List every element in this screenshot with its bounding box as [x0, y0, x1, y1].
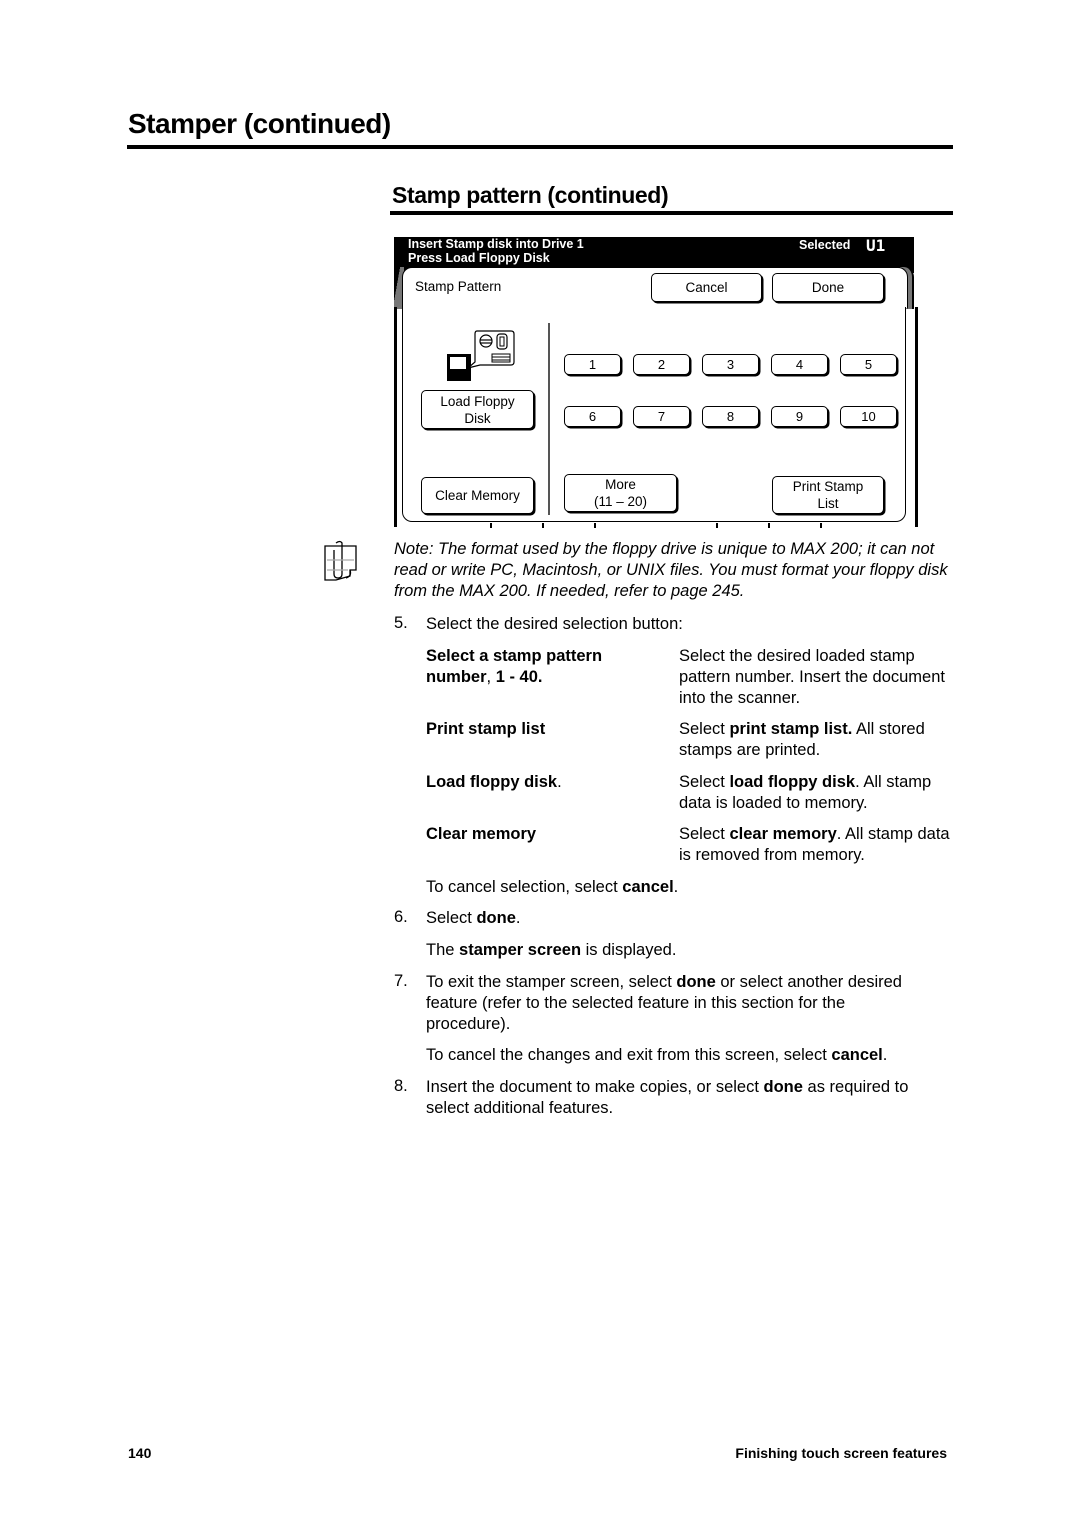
term-normal: . [557, 773, 562, 791]
tab-label: Stamp Pattern [415, 279, 502, 294]
step-7-number: 7. [394, 972, 408, 990]
tick [716, 523, 718, 528]
footer-section-title: Finishing touch screen features [735, 1445, 947, 1461]
load-floppy-line-1: Load Floppy [440, 393, 515, 409]
note-hand-icon [324, 540, 357, 581]
cancel-changes-text: To cancel the changes and exit from this… [426, 1045, 956, 1066]
print-stamp-line-1: Print Stamp [792, 479, 864, 494]
section-rule [390, 211, 953, 215]
step-8-text: Insert the document to make copies, or s… [426, 1077, 946, 1119]
option-def-select-pattern: Select the desired loaded stamp pattern … [679, 646, 959, 709]
bold-text: done [676, 973, 716, 991]
more-button[interactable]: More (11 – 20) [564, 474, 677, 512]
selected-value: U1 [866, 236, 886, 255]
stamper-screen-text: The stamper screen is displayed. [426, 940, 956, 961]
stamp-number-button-4[interactable]: 4 [771, 354, 828, 375]
text: Insert the document to make copies, or s… [426, 1078, 764, 1096]
done-button[interactable]: Done [772, 273, 884, 302]
def-text: Select [679, 825, 730, 843]
more-line-1: More [605, 477, 636, 492]
step-8-number: 8. [394, 1077, 408, 1095]
bold-text: stamper screen [459, 941, 582, 959]
option-def-load-floppy: Select load floppy disk. All stamp data … [679, 772, 959, 814]
def-bold: clear memory [729, 825, 837, 843]
step-7-text: To exit the stamper screen, select done … [426, 972, 926, 1035]
page-number: 140 [128, 1445, 152, 1461]
stamp-number-button-8[interactable]: 8 [702, 406, 759, 427]
option-def-clear-memory: Select clear memory. All stamp data is r… [679, 824, 959, 866]
print-stamp-list-button[interactable]: Print Stamp List [772, 476, 884, 514]
stamp-number-button-9[interactable]: 9 [771, 406, 828, 427]
option-def-print-stamp-list: Select print stamp list. All stored stam… [679, 719, 959, 761]
tick [768, 523, 770, 528]
screen-bottom-ticks [394, 523, 914, 529]
bold-text: done [476, 909, 516, 927]
stamp-number-button-7[interactable]: 7 [633, 406, 690, 427]
term-bold-2: 1 - 40. [491, 668, 543, 686]
text: is displayed. [581, 941, 677, 959]
text: To cancel the changes and exit from this… [426, 1046, 832, 1064]
cancel-selection-text: To cancel selection, select cancel. [426, 877, 956, 898]
text: To cancel selection, select [426, 878, 623, 896]
stamp-number-button-1[interactable]: 1 [564, 354, 621, 375]
tick [820, 523, 822, 528]
print-stamp-line-2: List [817, 496, 839, 511]
page-heading: Stamper (continued) [128, 108, 391, 139]
selected-label: Selected [799, 238, 851, 252]
message-line-2: Press Load Floppy Disk [408, 251, 550, 265]
stamp-number-button-2[interactable]: 2 [633, 354, 690, 375]
stamp-number-button-10[interactable]: 10 [840, 406, 897, 427]
bold-text: cancel [831, 1046, 883, 1064]
option-term-print-stamp-list: Print stamp list [426, 720, 546, 738]
text: . [515, 909, 521, 927]
def-text: Select [679, 720, 730, 738]
message-line-1: Insert Stamp disk into Drive 1 [408, 237, 584, 251]
stamp-number-button-6[interactable]: 6 [564, 406, 621, 427]
floppy-disk-load-icon [447, 330, 515, 381]
bold-text: cancel [622, 878, 674, 896]
def-text: Select [679, 773, 730, 791]
option-term-load-floppy: Load floppy disk. [426, 772, 666, 793]
heading-rule [127, 145, 953, 149]
text: . [882, 1046, 888, 1064]
option-term-clear-memory: Clear memory [426, 825, 537, 843]
text: . [673, 878, 679, 896]
load-floppy-disk-button[interactable]: Load Floppy Disk [421, 390, 534, 429]
step-6-number: 6. [394, 908, 408, 926]
step-5-text: Select the desired selection button: [426, 615, 683, 633]
clear-memory-button[interactable]: Clear Memory [421, 477, 534, 514]
step-6-text: Select done. [426, 908, 956, 929]
term-bold: Load floppy disk [426, 773, 558, 791]
section-heading: Stamp pattern (continued) [392, 182, 669, 208]
tick [490, 523, 492, 528]
tick [594, 523, 596, 528]
stamp-number-button-3[interactable]: 3 [702, 354, 759, 375]
text: The [426, 941, 460, 959]
option-term-select-pattern: Select a stamp pattern number, 1 - 40. [426, 646, 666, 688]
text: To exit the stamper screen, select [426, 973, 677, 991]
tick [542, 523, 544, 528]
panel-divider [548, 323, 550, 515]
bold-text: done [763, 1078, 803, 1096]
note-text: Note: The format used by the floppy driv… [394, 540, 948, 600]
load-floppy-line-2: Disk [464, 410, 491, 426]
def-bold: load floppy disk [729, 773, 856, 791]
def-bold: print stamp list. [729, 720, 853, 738]
cancel-button[interactable]: Cancel [651, 273, 762, 302]
more-line-2: (11 – 20) [593, 494, 648, 509]
def-text: Select the desired loaded stamp pattern … [679, 647, 945, 707]
step-5-number: 5. [394, 614, 408, 632]
stamp-number-button-5[interactable]: 5 [840, 354, 897, 375]
touch-screen-panel: Insert Stamp disk into Drive 1 Press Loa… [394, 236, 918, 529]
text: Select [426, 909, 477, 927]
